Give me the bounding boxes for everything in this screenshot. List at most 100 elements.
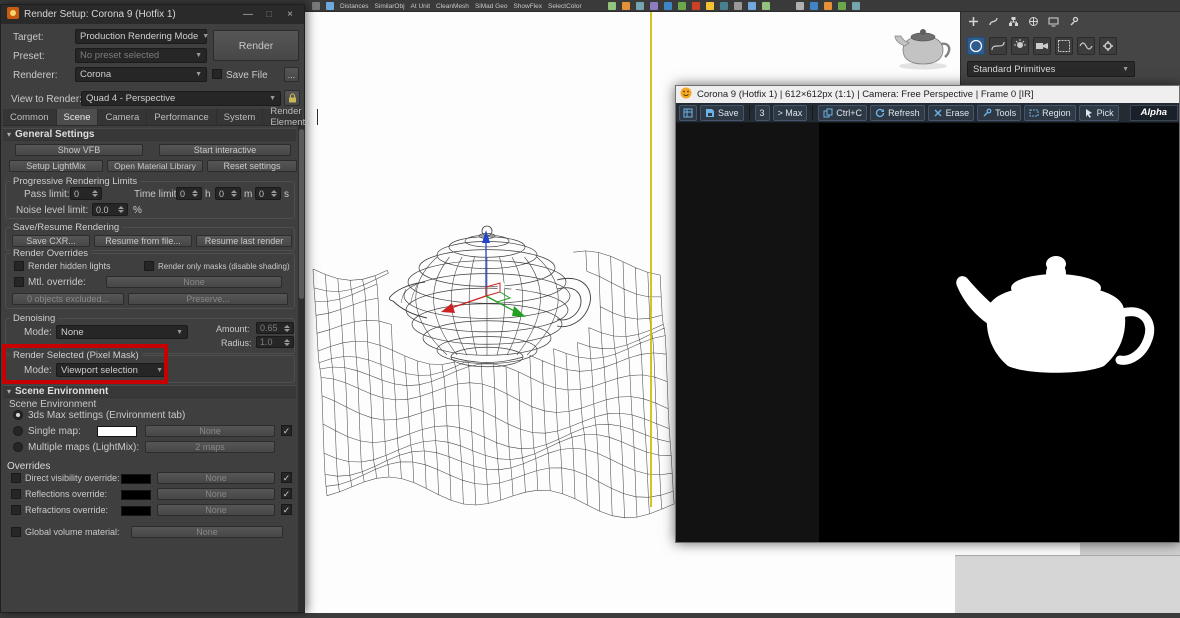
toolbar-script-label[interactable]: SelectColor <box>548 3 582 10</box>
toolbar-icon[interactable] <box>733 2 742 10</box>
setup-lightmix-button[interactable]: Setup LightMix <box>9 160 103 172</box>
toolbar-icon[interactable] <box>705 2 714 10</box>
amount-spinner[interactable]: 0.65 <box>256 322 294 334</box>
direct-visibility-swatch[interactable] <box>121 474 151 484</box>
utilities-tab-icon[interactable] <box>1068 14 1079 32</box>
toolbar-icon[interactable] <box>677 2 686 10</box>
create-tab-icon[interactable] <box>968 14 979 32</box>
lights-category-icon[interactable] <box>1011 36 1029 55</box>
refractions-none-button[interactable]: None <box>157 504 275 516</box>
tab-render-elements[interactable]: Render Elements <box>263 106 318 128</box>
toolbar-icon[interactable] <box>621 2 630 10</box>
render-only-masks-checkbox[interactable] <box>144 261 154 271</box>
tab-scene[interactable]: Scene <box>56 109 99 125</box>
toolbar-icon[interactable] <box>747 2 756 10</box>
rs-mode-dropdown[interactable]: Viewport selection ▼ <box>56 363 168 377</box>
max-settings-radio[interactable] <box>13 410 23 420</box>
toolbar-script-label[interactable]: Distances <box>340 3 369 10</box>
mtl-override-checkbox[interactable] <box>14 277 24 287</box>
vfb-stops-button[interactable]: 3 <box>754 104 770 121</box>
objects-excluded-button[interactable]: 0 objects excluded... <box>12 293 124 305</box>
multiple-maps-radio[interactable] <box>13 442 23 452</box>
single-map-radio[interactable] <box>13 426 23 436</box>
browse-button[interactable]: ... <box>284 67 299 82</box>
open-material-library-button[interactable]: Open Material Library <box>107 160 203 172</box>
radius-spinner[interactable]: 1.0 <box>256 336 294 348</box>
reflections-swatch[interactable] <box>121 490 151 500</box>
target-dropdown[interactable]: Production Rendering Mode ▼ <box>75 29 209 44</box>
single-map-enable-check[interactable]: ✓ <box>281 425 292 436</box>
tab-camera[interactable]: Camera <box>98 109 148 125</box>
render-hidden-lights-checkbox[interactable] <box>14 261 24 271</box>
maximize-button[interactable]: □ <box>261 9 277 20</box>
refractions-swatch[interactable] <box>121 506 151 516</box>
show-vfb-button[interactable]: Show VFB <box>15 144 143 156</box>
noise-limit-spinner[interactable]: 0.0 <box>92 203 128 216</box>
vfb-refresh-button[interactable]: Refresh <box>870 104 925 121</box>
start-interactive-button[interactable]: Start interactive <box>159 144 291 156</box>
cameras-category-icon[interactable] <box>1033 36 1051 55</box>
toolbar-icon[interactable] <box>761 2 770 10</box>
vfb-title-bar[interactable]: Corona 9 (Hotfix 1) | 612×612px (1:1) | … <box>676 86 1179 103</box>
pass-limit-spinner[interactable]: 0 <box>70 187 102 200</box>
vfb-copy-button[interactable]: Ctrl+C <box>818 104 868 121</box>
scene-environment-rollout[interactable]: ▾ Scene Environment <box>3 385 296 398</box>
motion-tab-icon[interactable] <box>1028 14 1039 32</box>
single-map-none-button[interactable]: None <box>145 425 275 437</box>
vfb-tools-button[interactable]: Tools <box>977 104 1022 121</box>
systems-category-icon[interactable] <box>1099 36 1117 55</box>
global-volume-checkbox[interactable] <box>11 527 21 537</box>
toolbar-script-label[interactable]: At Unit <box>411 3 431 10</box>
direct-visibility-enable-check[interactable]: ✓ <box>281 472 292 483</box>
time-h-spinner[interactable]: 0 <box>176 187 202 200</box>
direct-visibility-none-button[interactable]: None <box>157 472 275 484</box>
close-button[interactable]: × <box>282 9 298 20</box>
scrollbar-thumb[interactable] <box>299 129 304 299</box>
shapes-category-icon[interactable] <box>989 36 1007 55</box>
vfb-erase-button[interactable]: Erase <box>927 104 975 121</box>
reflections-enable-check[interactable]: ✓ <box>281 488 292 499</box>
toolbar-icon[interactable] <box>691 2 700 10</box>
vfb-save-button[interactable]: Save <box>700 104 744 121</box>
toolbar-icon[interactable] <box>719 2 728 10</box>
toolbar-icon[interactable] <box>312 2 320 10</box>
geometry-category-icon[interactable] <box>967 36 985 55</box>
save-file-checkbox[interactable] <box>212 69 222 79</box>
tab-common[interactable]: Common <box>3 109 57 125</box>
toolbar-icon[interactable] <box>851 2 860 10</box>
helpers-category-icon[interactable] <box>1055 36 1073 55</box>
reset-settings-button[interactable]: Reset settings <box>207 160 297 172</box>
render-button[interactable]: Render <box>213 30 299 61</box>
preset-dropdown[interactable]: No preset selected ▼ <box>75 48 207 63</box>
toolbar-icon[interactable] <box>635 2 644 10</box>
hierarchy-tab-icon[interactable] <box>1008 14 1019 32</box>
mtl-override-none-button[interactable]: None <box>106 276 282 288</box>
refractions-checkbox[interactable] <box>11 505 21 515</box>
minimize-button[interactable]: — <box>240 9 256 20</box>
renderer-dropdown[interactable]: Corona ▼ <box>75 67 207 82</box>
vfb-channel-alpha[interactable]: Alpha <box>1129 104 1179 121</box>
toolbar-icon[interactable] <box>837 2 846 10</box>
display-tab-icon[interactable] <box>1048 14 1059 32</box>
lock-view-button[interactable] <box>284 90 300 106</box>
reflections-none-button[interactable]: None <box>157 488 275 500</box>
vfb-pick-button[interactable]: Pick <box>1078 104 1119 121</box>
toolbar-script-label[interactable]: ShowFlex <box>513 3 542 10</box>
tab-system[interactable]: System <box>217 109 264 125</box>
multiple-maps-button[interactable]: 2 maps <box>145 441 275 453</box>
modify-tab-icon[interactable] <box>988 14 999 32</box>
tab-performance[interactable]: Performance <box>147 109 217 125</box>
preserve-button[interactable]: Preserve... <box>128 293 288 305</box>
view-to-render-dropdown[interactable]: Quad 4 - Perspective ▼ <box>81 91 281 106</box>
toolbar-icon[interactable] <box>809 2 818 10</box>
time-m-spinner[interactable]: 0 <box>215 187 241 200</box>
spacewarps-category-icon[interactable] <box>1077 36 1095 55</box>
toolbar-script-label[interactable]: CleanMesh <box>436 3 469 10</box>
toolbar-icon[interactable] <box>326 2 334 10</box>
toolbar-icon[interactable] <box>607 2 616 10</box>
save-cxr-button[interactable]: Save CXR... <box>12 235 90 247</box>
primitives-dropdown[interactable]: Standard Primitives ▼ <box>967 61 1135 77</box>
toolbar-script-label[interactable]: SimilarObj <box>375 3 405 10</box>
toolbar-icon[interactable] <box>795 2 804 10</box>
denoise-mode-dropdown[interactable]: None ▼ <box>56 325 188 339</box>
